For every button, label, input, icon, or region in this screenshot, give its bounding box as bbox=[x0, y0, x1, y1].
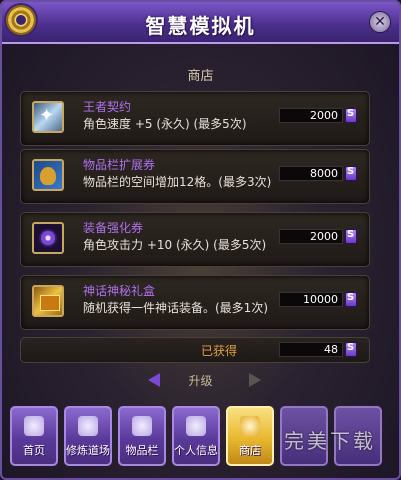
gift-box-icon bbox=[32, 285, 64, 317]
item-description: 物品栏的空间增加12格。(最多3次) bbox=[83, 175, 272, 189]
inventory-icon bbox=[132, 416, 152, 436]
item-name: 王者契约 bbox=[83, 100, 132, 114]
home-icon bbox=[24, 416, 44, 436]
tab-inventory[interactable]: 物品栏 bbox=[118, 406, 166, 466]
item-name: 神话神秘礼盒 bbox=[83, 284, 156, 298]
tab-dojo[interactable]: 修炼道场 bbox=[64, 406, 112, 466]
item-price: 10000 bbox=[279, 292, 343, 307]
upgrade-label: 升级 bbox=[188, 374, 213, 388]
tab-profile[interactable]: 个人信息 bbox=[172, 406, 220, 466]
upgrade-nav: 升级 bbox=[2, 371, 399, 391]
tab-label: 物品栏 bbox=[125, 444, 159, 457]
item-name: 装备强化券 bbox=[83, 221, 144, 235]
title-bar: 智慧模拟机 ✕ bbox=[2, 2, 399, 44]
coin-icon bbox=[345, 229, 357, 244]
coin-icon bbox=[345, 342, 357, 357]
coin-icon bbox=[345, 166, 357, 181]
coin-icon bbox=[345, 108, 357, 123]
shop-item-4[interactable]: 神话神秘礼盒 随机获得一件神话装备。(最多1次) 10000 bbox=[20, 275, 370, 330]
item-price: 2000 bbox=[279, 108, 343, 123]
obtained-row: 已获得 48 bbox=[20, 337, 370, 363]
item-price: 2000 bbox=[279, 229, 343, 244]
coin-icon bbox=[345, 292, 357, 307]
tab-label: 修炼道场 bbox=[66, 444, 110, 457]
shop-item-3[interactable]: 装备强化券 角色攻击力 +10 (永久) (最多5次) 2000 bbox=[20, 212, 370, 267]
dojo-icon bbox=[78, 416, 98, 436]
contract-icon bbox=[32, 101, 64, 133]
item-name: 物品栏扩展券 bbox=[83, 158, 156, 172]
tab-label: 商店 bbox=[239, 444, 261, 457]
watermark: 完美下载 bbox=[284, 429, 376, 453]
profile-icon bbox=[186, 416, 206, 436]
tab-shop[interactable]: 商店 bbox=[226, 406, 274, 466]
obtained-value: 48 bbox=[279, 342, 343, 357]
shop-item-1[interactable]: 王者契约 角色速度 +5 (永久) (最多5次) 2000 bbox=[20, 91, 370, 146]
shop-icon bbox=[240, 416, 260, 436]
tab-label: 首页 bbox=[23, 444, 45, 457]
tab-home[interactable]: 首页 bbox=[10, 406, 58, 466]
next-arrow-icon[interactable] bbox=[249, 373, 261, 387]
simulator-window: 智慧模拟机 ✕ 商店 王者契约 角色速度 +5 (永久) (最多5次) 2000… bbox=[0, 0, 401, 480]
item-description: 角色攻击力 +10 (永久) (最多5次) bbox=[83, 238, 267, 252]
bag-icon bbox=[32, 159, 64, 191]
close-button[interactable]: ✕ bbox=[369, 11, 391, 33]
obtained-label: 已获得 bbox=[201, 344, 238, 358]
item-price: 8000 bbox=[279, 166, 343, 181]
gem-icon bbox=[32, 222, 64, 254]
window-title: 智慧模拟机 bbox=[145, 14, 256, 38]
item-description: 角色速度 +5 (永久) (最多5次) bbox=[83, 117, 247, 131]
shop-item-2[interactable]: 物品栏扩展券 物品栏的空间增加12格。(最多3次) 8000 bbox=[20, 149, 370, 204]
item-description: 随机获得一件神话装备。(最多1次) bbox=[83, 301, 268, 315]
tab-label: 个人信息 bbox=[174, 444, 218, 457]
section-title: 商店 bbox=[187, 69, 214, 84]
